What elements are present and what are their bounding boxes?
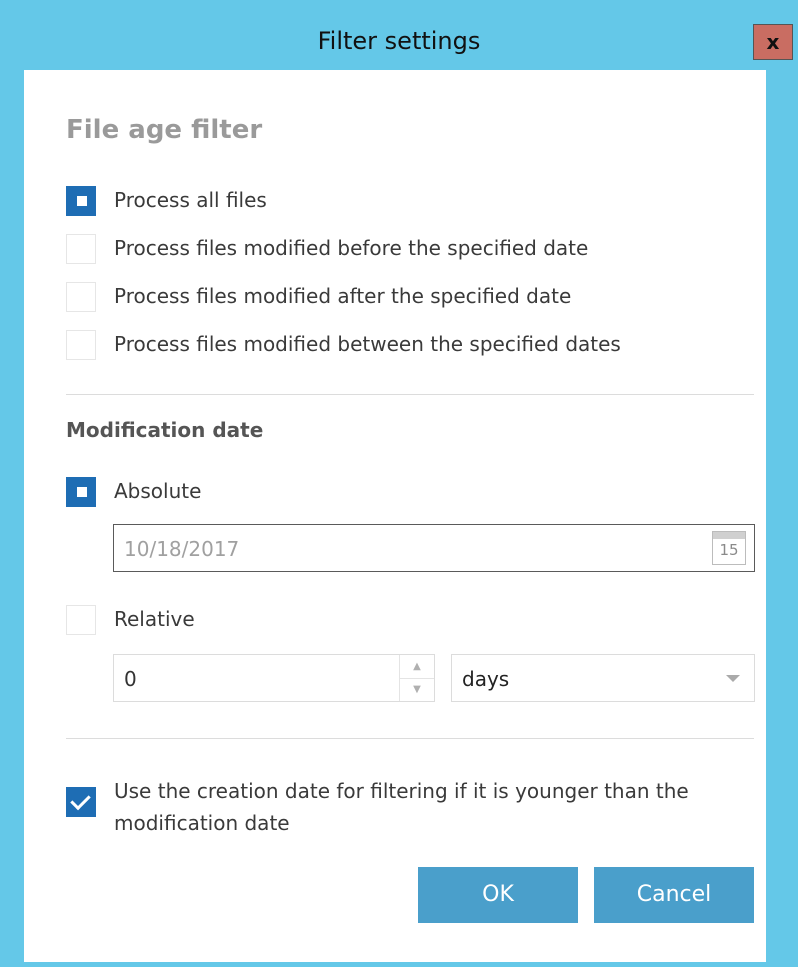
calendar-icon-day: 15 — [719, 541, 739, 559]
chevron-down-icon — [726, 675, 740, 682]
calendar-icon-header — [713, 532, 745, 539]
radio-relative[interactable] — [66, 605, 96, 635]
use-creation-date-checkbox[interactable] — [66, 787, 96, 817]
option-label: Absolute — [114, 479, 202, 503]
relative-unit-value: days — [462, 667, 510, 691]
radio-modified-before[interactable] — [66, 234, 96, 264]
date-value: 10/18/2017 — [124, 537, 240, 561]
radio-process-all-files[interactable] — [66, 186, 96, 216]
radio-absolute[interactable] — [66, 477, 96, 507]
relative-amount-value: 0 — [124, 667, 137, 691]
option-label: Process files modified between the speci… — [114, 332, 621, 356]
cancel-button[interactable]: Cancel — [594, 867, 754, 923]
divider — [66, 394, 754, 395]
modification-date-heading: Modification date — [66, 418, 264, 442]
option-label: Process files modified before the specif… — [114, 236, 589, 260]
relative-unit-select[interactable]: days — [451, 654, 755, 702]
date-picker-field[interactable]: 10/18/2017 15 — [113, 524, 755, 572]
checkmark-icon — [70, 789, 91, 811]
ok-button[interactable]: OK — [418, 867, 578, 923]
increment-arrow-icon[interactable]: ▲ — [400, 655, 434, 679]
selected-indicator — [77, 196, 87, 206]
relative-amount-stepper[interactable]: 0 ▲ ▼ — [113, 654, 435, 702]
decrement-arrow-icon[interactable]: ▼ — [400, 678, 434, 701]
stepper-buttons: ▲ ▼ — [399, 655, 434, 701]
radio-modified-after[interactable] — [66, 282, 96, 312]
divider — [66, 738, 754, 739]
calendar-icon[interactable]: 15 — [712, 531, 746, 565]
use-creation-date-option[interactable]: Use the creation date for filtering if i… — [66, 775, 756, 837]
close-button[interactable]: x — [753, 24, 793, 60]
selected-indicator — [77, 487, 87, 497]
option-label: Process files modified after the specifi… — [114, 284, 572, 308]
use-creation-date-label: Use the creation date for filtering if i… — [114, 779, 689, 835]
file-age-filter-heading: File age filter — [66, 115, 263, 145]
filter-settings-window: Filter settings x File age filter Proces… — [0, 0, 798, 967]
option-label: Relative — [114, 607, 195, 631]
radio-modified-between[interactable] — [66, 330, 96, 360]
option-label: Process all files — [114, 188, 267, 212]
